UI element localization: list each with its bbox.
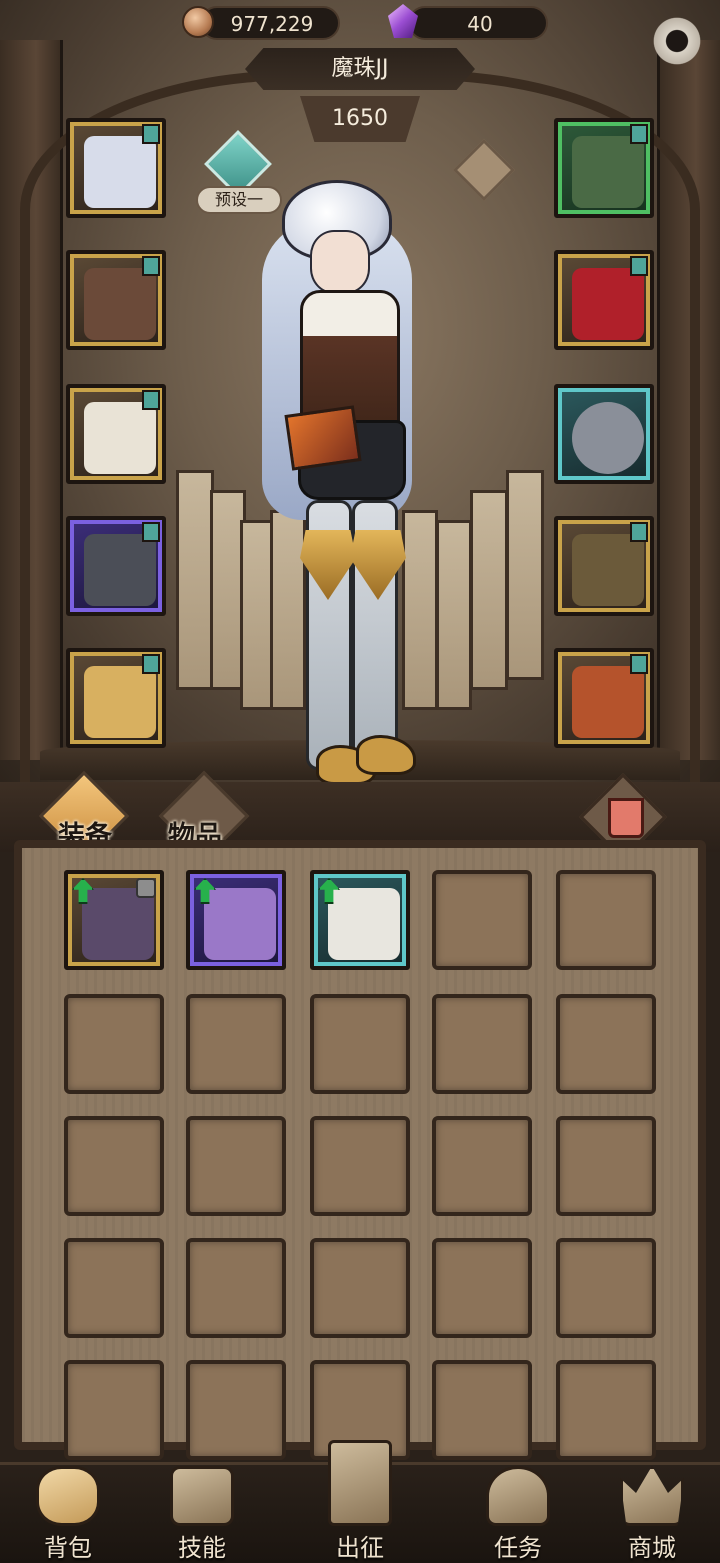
inventory-cell[interactable] <box>64 1360 164 1460</box>
character-face <box>310 230 370 294</box>
white-shorts-icon <box>328 888 400 960</box>
expedition-sword-icon <box>328 1440 392 1526</box>
inventory-cell[interactable] <box>432 994 532 1094</box>
cage-relic-icon <box>82 888 154 960</box>
lock-icon[interactable] <box>136 878 156 898</box>
inventory-cell[interactable] <box>556 994 656 1094</box>
plank <box>176 470 214 690</box>
slot-tag-icon <box>630 654 648 674</box>
equip-slot-weapon[interactable] <box>554 516 654 616</box>
equip-slot-book[interactable] <box>554 648 654 748</box>
nav-quests-label: 任务 <box>494 1534 542 1562</box>
inventory-cell[interactable] <box>186 1360 286 1460</box>
inventory-cell[interactable] <box>186 994 286 1094</box>
slot-tag-icon <box>630 522 648 542</box>
nav-quests[interactable]: 任务 <box>468 1462 568 1562</box>
equip-slot-chest[interactable] <box>66 250 166 350</box>
slot-tag-icon <box>142 256 160 276</box>
helmet-icon <box>572 268 644 340</box>
equip-slot-necklace[interactable] <box>554 118 654 218</box>
amethyst-amulet-icon <box>204 888 276 960</box>
nav-expedition[interactable]: 出征 <box>310 1420 410 1562</box>
inventory-cell[interactable] <box>432 870 532 970</box>
held-spellbook <box>284 405 362 471</box>
necklace-icon <box>572 136 644 208</box>
equip-slot-ring[interactable] <box>554 384 654 484</box>
inventory-cell[interactable] <box>432 1116 532 1216</box>
equip-slot-pants[interactable] <box>66 516 166 616</box>
character-name: 魔珠JJ <box>245 48 475 90</box>
copper-amount: 977,229 <box>230 12 314 36</box>
slot-tag-icon <box>142 124 160 144</box>
hat-item-icon <box>84 136 156 208</box>
inventory-cell[interactable] <box>432 1360 532 1460</box>
slot-tag-icon <box>142 390 160 410</box>
slot-tag-icon <box>630 256 648 276</box>
inventory-item-shorts[interactable] <box>310 870 410 970</box>
skill-card-icon <box>170 1466 234 1526</box>
nav-expedition-label: 出征 <box>336 1534 384 1562</box>
nav-skills[interactable]: 技能 <box>152 1462 252 1562</box>
character-power: 1650 <box>300 96 420 142</box>
inventory-cell[interactable] <box>64 1238 164 1338</box>
gem-amount: 40 <box>467 12 493 36</box>
ring-icon <box>572 402 644 474</box>
equip-slot-hat[interactable] <box>66 118 166 218</box>
gem-counter: 40 <box>408 6 548 40</box>
equip-slot-boots[interactable] <box>66 648 166 748</box>
shop-crown-icon <box>620 1466 684 1526</box>
staff-weapon-icon <box>572 534 644 606</box>
inventory-cell[interactable] <box>64 1116 164 1216</box>
inventory-cell[interactable] <box>432 1238 532 1338</box>
inventory-cell[interactable] <box>186 1238 286 1338</box>
gloves-icon <box>84 402 156 474</box>
inventory-cell[interactable] <box>556 1360 656 1460</box>
inventory-cell[interactable] <box>310 994 410 1094</box>
copper-coin-icon <box>182 6 214 38</box>
inventory-cell[interactable] <box>556 1238 656 1338</box>
boots-icon <box>84 666 156 738</box>
inventory-item-cage-relic[interactable] <box>64 870 164 970</box>
inventory-cell[interactable] <box>556 870 656 970</box>
nav-shop-label: 商城 <box>628 1534 676 1562</box>
copper-counter: 977,229 <box>200 6 340 40</box>
quest-hat-icon <box>486 1466 550 1526</box>
nav-backpack-label: 背包 <box>44 1534 92 1562</box>
nav-backpack[interactable]: 背包 <box>18 1462 118 1562</box>
inventory-cell[interactable] <box>310 1116 410 1216</box>
inventory-cell[interactable] <box>310 1238 410 1338</box>
nav-skills-label: 技能 <box>178 1534 226 1562</box>
chest-armor-icon <box>84 268 156 340</box>
gear-icon[interactable] <box>650 14 704 68</box>
backpack-icon <box>36 1466 100 1526</box>
nav-shop[interactable]: 商城 <box>602 1462 702 1562</box>
inventory-cell[interactable] <box>556 1116 656 1216</box>
spellbook-icon <box>572 666 644 738</box>
trash-icon <box>608 798 644 838</box>
slot-tag-icon <box>630 124 648 144</box>
inventory-cell[interactable] <box>186 1116 286 1216</box>
slot-tag-icon <box>142 522 160 542</box>
equip-slot-gloves[interactable] <box>66 384 166 484</box>
inventory-cell[interactable] <box>64 994 164 1094</box>
plank <box>470 490 508 690</box>
inventory-item-amulet[interactable] <box>186 870 286 970</box>
plank <box>506 470 544 680</box>
slot-tag-icon <box>142 654 160 674</box>
pants-icon <box>84 534 156 606</box>
equip-slot-helmet[interactable] <box>554 250 654 350</box>
